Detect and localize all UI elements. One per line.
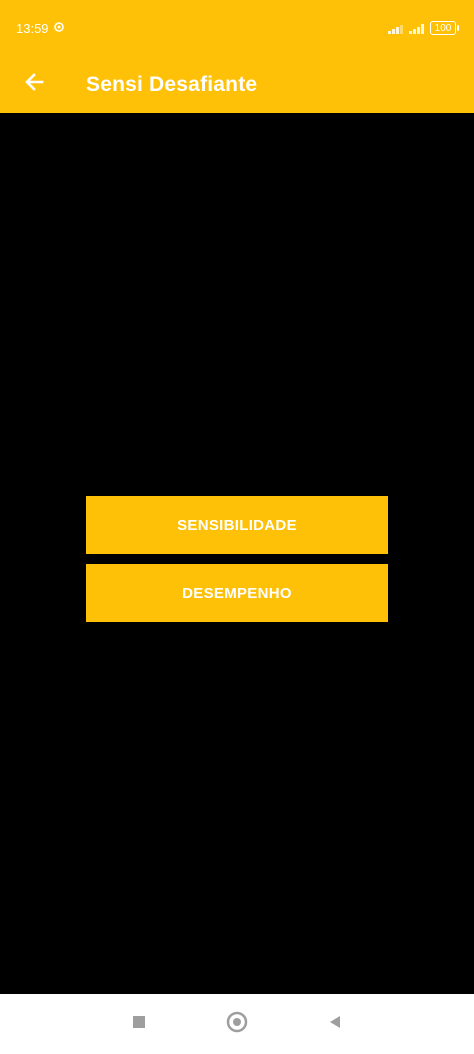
back-button[interactable]	[20, 71, 48, 99]
page-title: Sensi Desafiante	[86, 72, 258, 96]
desempenho-button[interactable]: DESEMPENHO	[86, 564, 388, 622]
recents-button[interactable]	[119, 1004, 159, 1044]
sensibilidade-button[interactable]: SENSIBILIDADE	[86, 496, 388, 554]
system-nav-bar	[0, 994, 474, 1054]
signal-strength-icon	[388, 22, 403, 34]
home-circle-icon	[226, 1011, 248, 1038]
nav-back-button[interactable]	[315, 1004, 355, 1044]
signal-strength-icon	[409, 22, 424, 34]
status-bar: 13:59 100	[0, 0, 474, 56]
settings-gear-icon	[53, 21, 65, 36]
arrow-left-icon	[23, 71, 45, 98]
battery-level: 100	[434, 22, 452, 34]
app-bar: Sensi Desafiante	[0, 56, 474, 113]
status-right: 100	[388, 21, 459, 35]
main-content: SENSIBILIDADE DESEMPENHO	[0, 113, 474, 994]
status-time: 13:59	[16, 20, 49, 36]
status-left: 13:59	[16, 21, 65, 36]
home-button[interactable]	[217, 1004, 257, 1044]
battery-icon: 100	[430, 21, 459, 35]
recents-square-icon	[132, 1015, 146, 1034]
back-triangle-icon	[328, 1015, 342, 1034]
